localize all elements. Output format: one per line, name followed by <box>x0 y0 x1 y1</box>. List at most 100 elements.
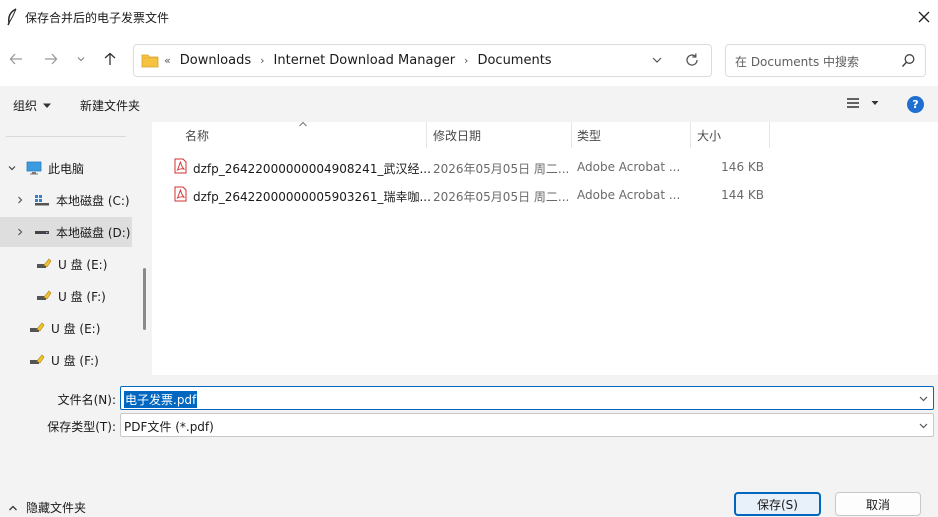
window-title: 保存合并后的电子发票文件 <box>25 11 170 25</box>
save-label: 保存(S) <box>757 497 798 512</box>
column-date-label: 修改日期 <box>433 128 482 143</box>
chevron-down-icon[interactable] <box>918 393 929 404</box>
drive-icon <box>34 227 50 237</box>
save-form: 文件名(N): 电子发票.pdf 保存类型(T): PDF文件 (*.pdf) … <box>0 375 938 517</box>
nav-usb-e-root[interactable]: U 盘 (E:) <box>29 313 140 343</box>
nav-drive-d[interactable]: 本地磁盘 (D:) <box>0 217 132 247</box>
help-button[interactable]: ? <box>907 96 924 113</box>
chevron-right-icon[interactable]: › <box>464 54 468 67</box>
breadcrumb: « Downloads › Internet Download Manager … <box>164 53 552 68</box>
cancel-button[interactable]: 取消 <box>835 492 921 516</box>
up-button[interactable] <box>99 48 121 70</box>
address-bar[interactable]: « Downloads › Internet Download Manager … <box>133 44 712 77</box>
file-type: Adobe Acrobat ... <box>577 160 681 174</box>
help-icon: ? <box>912 98 919 111</box>
forward-button[interactable] <box>40 48 62 70</box>
column-divider[interactable] <box>690 122 691 148</box>
filetype-value: PDF文件 (*.pdf) <box>124 420 214 434</box>
file-size: 146 KB <box>721 160 764 174</box>
nav-item-label: 本地磁盘 (C:) <box>56 193 130 208</box>
search-icon <box>901 54 915 68</box>
column-header-size[interactable]: 大小 <box>697 122 767 148</box>
back-button[interactable] <box>5 48 27 70</box>
chevron-right-icon[interactable] <box>14 227 26 237</box>
close-icon <box>918 11 930 23</box>
organize-label: 组织 <box>13 99 38 113</box>
pdf-file-icon <box>174 158 187 174</box>
column-header-name[interactable]: 名称 <box>185 122 425 148</box>
navigation-pane: 此电脑 本地磁盘 (C:) 本地磁盘 (D:) U 盘 (E:) U 盘 (F:… <box>0 122 150 375</box>
caret-down-icon <box>43 103 52 108</box>
chevron-right-icon[interactable] <box>14 195 26 205</box>
chevron-down-icon[interactable] <box>6 163 18 173</box>
nav-usb-e[interactable]: U 盘 (E:) <box>36 249 140 279</box>
arrow-right-icon <box>45 53 58 65</box>
arrow-up-icon <box>104 52 116 65</box>
column-divider[interactable] <box>769 122 770 148</box>
column-header-date[interactable]: 修改日期 <box>433 122 571 148</box>
breadcrumb-idm[interactable]: Internet Download Manager <box>274 53 456 68</box>
search-box[interactable]: 在 Documents 中搜索 <box>725 44 926 77</box>
filename-value: 电子发票.pdf <box>124 391 198 408</box>
file-row[interactable]: dzfp_26422000000004908241_武汉经... 2026年05… <box>152 153 938 180</box>
column-divider[interactable] <box>571 122 572 148</box>
column-header-type[interactable]: 类型 <box>577 122 689 148</box>
chevron-right-icon[interactable]: › <box>260 54 264 67</box>
chevron-down-icon[interactable] <box>918 420 929 431</box>
feather-icon <box>7 8 17 26</box>
hide-folders-label: 隐藏文件夹 <box>26 501 87 515</box>
filetype-select[interactable]: PDF文件 (*.pdf) <box>120 413 934 437</box>
search-placeholder: 在 Documents 中搜索 <box>735 55 860 69</box>
nav-drive-c[interactable]: 本地磁盘 (C:) <box>0 185 140 215</box>
nav-usb-f[interactable]: U 盘 (F:) <box>36 281 140 311</box>
file-name: dzfp_26422000000005903261_瑞幸咖... <box>193 190 431 204</box>
filename-input[interactable]: 电子发票.pdf <box>120 386 934 410</box>
new-folder-button[interactable]: 新建文件夹 <box>80 97 140 114</box>
usb-drive-icon <box>29 321 45 335</box>
breadcrumb-documents[interactable]: Documents <box>477 53 551 68</box>
column-size-label: 大小 <box>697 128 722 143</box>
file-name: dzfp_26422000000004908241_武汉经... <box>193 162 431 176</box>
nav-usb-f-root[interactable]: U 盘 (F:) <box>29 345 140 375</box>
caret-down-icon <box>871 101 879 105</box>
nav-scrollbar[interactable] <box>143 268 146 330</box>
file-type: Adobe Acrobat ... <box>577 188 681 202</box>
nav-this-pc[interactable]: 此电脑 <box>0 153 140 183</box>
pdf-file-icon <box>174 186 187 202</box>
nav-item-label: 本地磁盘 (D:) <box>56 225 131 240</box>
nav-item-label: U 盘 (E:) <box>51 321 101 336</box>
refresh-icon[interactable] <box>684 52 700 68</box>
list-view-icon <box>847 98 859 108</box>
nav-item-label: U 盘 (E:) <box>58 257 108 272</box>
column-divider[interactable] <box>426 122 427 148</box>
save-button[interactable]: 保存(S) <box>734 492 821 516</box>
breadcrumb-overflow[interactable]: « <box>164 54 171 67</box>
hide-folders-toggle[interactable]: 隐藏文件夹 <box>8 499 86 516</box>
usb-drive-icon <box>29 353 45 367</box>
file-size: 144 KB <box>721 188 764 202</box>
filetype-label: 保存类型(T): <box>47 420 116 434</box>
windows-drive-icon <box>34 194 50 206</box>
breadcrumb-downloads[interactable]: Downloads <box>180 53 251 68</box>
divider <box>6 136 126 137</box>
close-button[interactable] <box>910 6 938 28</box>
address-row: « Downloads › Internet Download Manager … <box>0 34 938 86</box>
nav-item-label: U 盘 (F:) <box>58 289 106 304</box>
pc-icon <box>26 161 42 175</box>
nav-item-label: U 盘 (F:) <box>51 353 99 368</box>
organize-button[interactable]: 组织 <box>13 97 53 114</box>
title-bar: 保存合并后的电子发票文件 <box>0 0 938 34</box>
chevron-up-icon <box>9 505 17 510</box>
recent-locations-button[interactable] <box>70 48 92 70</box>
folder-icon <box>141 54 159 68</box>
file-row[interactable]: dzfp_26422000000005903261_瑞幸咖... 2026年05… <box>152 181 938 208</box>
usb-drive-icon <box>36 257 52 271</box>
view-options-button[interactable] <box>846 97 880 109</box>
column-type-label: 类型 <box>577 128 602 143</box>
file-date: 2026年05月05日 周二... <box>433 162 570 176</box>
arrow-left-icon <box>9 53 22 65</box>
command-bar: 组织 新建文件夹 ? <box>0 86 938 122</box>
chevron-down-icon[interactable] <box>651 54 663 66</box>
save-dialog: 保存合并后的电子发票文件 « Downloads › Internet Down… <box>0 0 938 517</box>
nav-item-label: 此电脑 <box>48 161 85 176</box>
